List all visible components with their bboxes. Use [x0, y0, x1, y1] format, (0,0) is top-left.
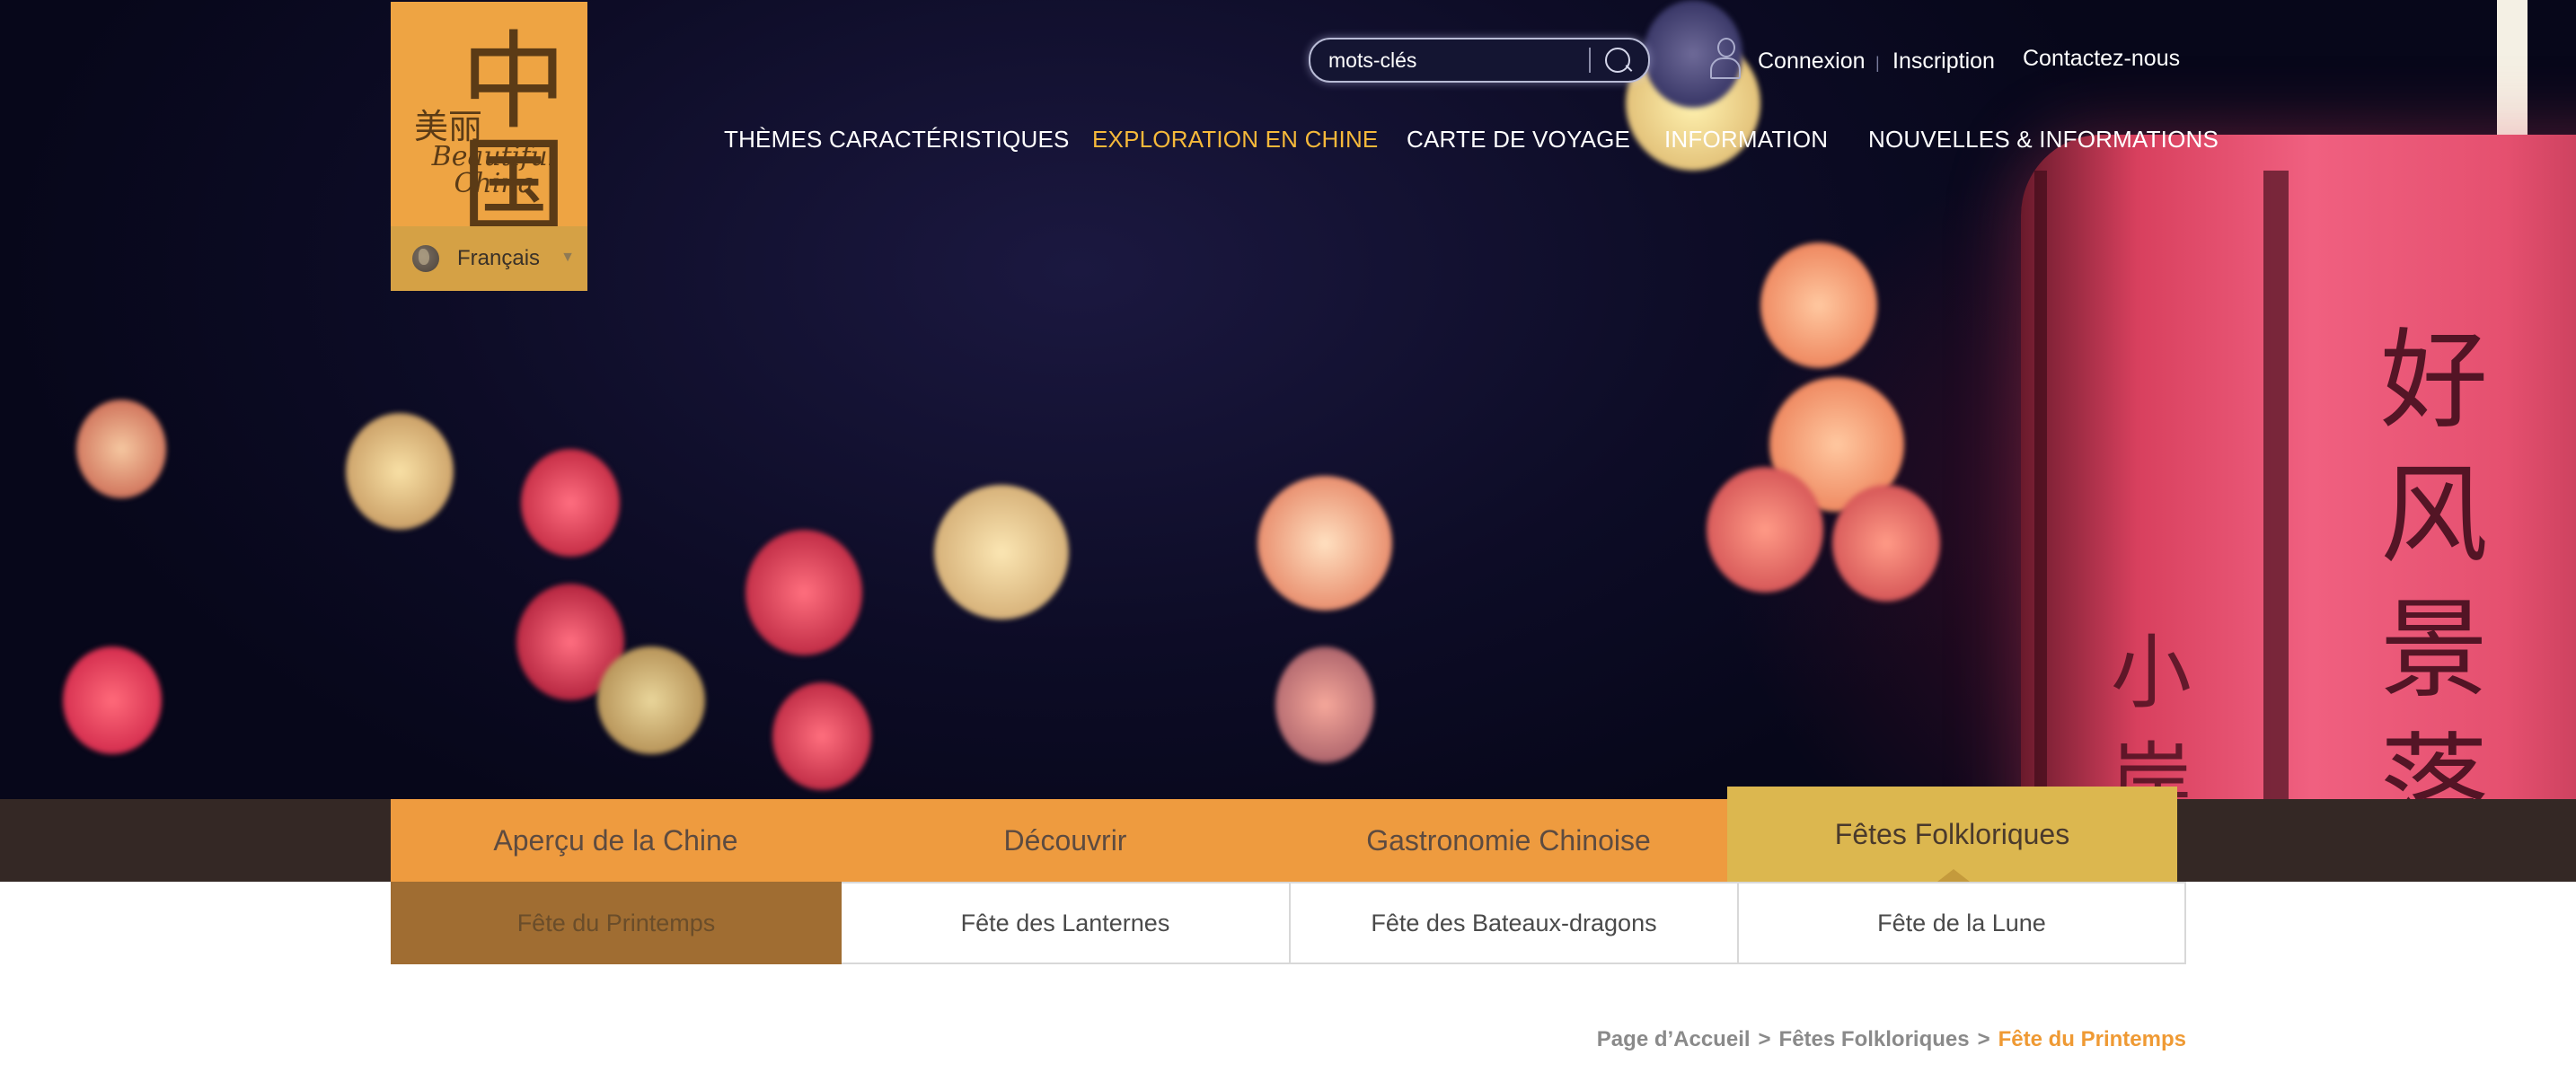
- subtab-lanternes[interactable]: Fête des Lanternes: [842, 882, 1291, 964]
- lantern-band: [2263, 171, 2289, 799]
- logo-script: Beautiful China: [418, 144, 570, 198]
- lantern-band: [2034, 171, 2047, 799]
- tab-apercu[interactable]: Aperçu de la Chine: [391, 799, 841, 882]
- bokeh-light: [1257, 476, 1392, 611]
- bokeh-light: [597, 646, 705, 754]
- lantern-hanger: [2497, 0, 2527, 135]
- active-tab-pointer: [1937, 869, 1970, 882]
- tab-label: Découvrir: [1003, 823, 1127, 857]
- nav-travel-map[interactable]: CARTE DE VOYAGE: [1407, 126, 1630, 154]
- user-icon-head: [1717, 38, 1735, 57]
- subtab-lune[interactable]: Fête de la Lune: [1739, 882, 2186, 964]
- bokeh-light: [1760, 242, 1877, 368]
- nav-exploration[interactable]: EXPLORATION EN CHINE: [1092, 126, 1378, 154]
- breadcrumb-fetes[interactable]: Fêtes Folkloriques: [1779, 1027, 1970, 1051]
- user-icon-body: [1710, 57, 1741, 79]
- breadcrumb-home[interactable]: Page d’Accueil: [1597, 1027, 1751, 1051]
- bokeh-light: [934, 485, 1069, 620]
- site-logo[interactable]: 美丽 中国 Beautiful China: [391, 2, 587, 241]
- subtab-bateaux-dragons[interactable]: Fête des Bateaux-dragons: [1291, 882, 1739, 964]
- chevron-down-icon: ▼: [560, 250, 575, 265]
- language-selector[interactable]: Français ▼: [391, 226, 587, 291]
- tab-fetes[interactable]: Fêtes Folkloriques: [1727, 787, 2177, 894]
- nav-news[interactable]: NOUVELLES & INFORMATIONS: [1868, 126, 2219, 154]
- search-input[interactable]: mots-clés: [1328, 48, 1589, 73]
- globe-icon: [412, 245, 439, 272]
- breadcrumb-current: Fête du Printemps: [1998, 1027, 2186, 1051]
- login-link[interactable]: Connexion: [1758, 48, 1866, 75]
- nav-information[interactable]: INFORMATION: [1664, 126, 1828, 154]
- bokeh-light: [76, 400, 166, 498]
- breadcrumb: Page d’Accueil > Fêtes Folkloriques > Fête d…: [1597, 1027, 2186, 1052]
- subtab-label: Fête des Lanternes: [960, 909, 1170, 936]
- red-lantern: 好风景落 小岸: [2021, 135, 2576, 799]
- lantern-text: 好风景落: [2380, 319, 2488, 799]
- tab-decouvrir[interactable]: Découvrir: [841, 799, 1290, 882]
- search-icon[interactable]: [1605, 48, 1630, 73]
- bokeh-light: [63, 646, 162, 754]
- tab-label: Fêtes Folkloriques: [1834, 817, 2070, 850]
- bokeh-light: [1832, 485, 1940, 602]
- subtab-label: Fête des Bateaux-dragons: [1371, 909, 1657, 936]
- logo-script-line1: Beautiful: [431, 141, 557, 172]
- search-divider: [1589, 48, 1591, 73]
- nav-themes[interactable]: THÈMES CARACTÉRISTIQUES: [724, 126, 1070, 154]
- user-icon: [1709, 38, 1741, 79]
- bokeh-light: [772, 682, 871, 790]
- tab-label: Aperçu de la Chine: [493, 823, 738, 857]
- subtab-printemps[interactable]: Fête du Printemps: [391, 882, 842, 964]
- language-label: Français: [457, 246, 541, 270]
- subcategory-tabs: Fête du Printemps Fête des Lanternes Fêt…: [391, 882, 2186, 964]
- hero-banner: 好风景落 小岸: [0, 0, 2576, 799]
- register-link[interactable]: Inscription: [1892, 48, 1995, 75]
- bokeh-light: [521, 449, 620, 557]
- subtab-label: Fête de la Lune: [1877, 909, 2046, 936]
- bokeh-light: [1275, 646, 1374, 763]
- tab-gastronomie[interactable]: Gastronomie Chinoise: [1290, 799, 1727, 882]
- bokeh-light: [346, 413, 454, 530]
- bokeh-light: [1707, 467, 1823, 593]
- link-divider: |: [1875, 54, 1880, 72]
- lantern-text: 小岸: [2111, 626, 2192, 799]
- breadcrumb-separator: >: [1977, 1027, 1990, 1051]
- bokeh-light: [745, 530, 862, 655]
- search-box[interactable]: mots-clés: [1309, 38, 1650, 83]
- logo-han-big: 中国: [461, 20, 568, 250]
- breadcrumb-separator: >: [1758, 1027, 1771, 1051]
- tab-label: Gastronomie Chinoise: [1366, 823, 1651, 857]
- logo-script-line2: China: [454, 168, 534, 199]
- subtab-label: Fête du Printemps: [516, 909, 716, 936]
- contact-link[interactable]: Contactez-nous: [2023, 46, 2180, 72]
